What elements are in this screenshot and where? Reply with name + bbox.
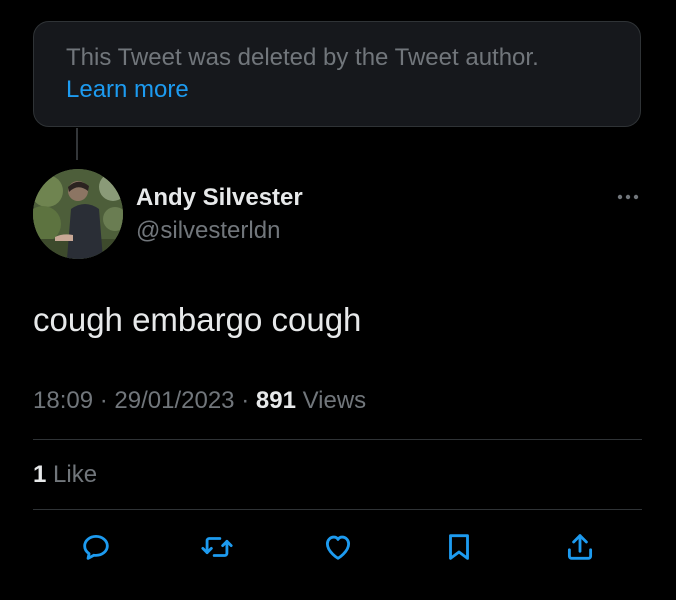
avatar-photo [33,169,123,259]
bookmark-button[interactable] [442,530,476,564]
likes-link[interactable]: 1 Like [33,460,97,490]
more-options-icon[interactable] [614,188,642,206]
divider [33,439,642,440]
tweet-time[interactable]: 18:09 [33,387,93,414]
thread-connector-line [76,128,78,160]
likes-count: 1 [33,461,47,488]
learn-more-link[interactable]: Learn more [66,74,189,106]
reply-icon [83,534,109,560]
tweet-date[interactable]: 29/01/2023 [114,387,234,414]
deleted-tweet-message: This Tweet was deleted by the Tweet auth… [66,44,539,71]
meta-separator: · [241,387,250,414]
tweet-metadata: 18:09 · 29/01/2023 · 891 Views [33,386,366,416]
like-heart-icon [325,535,351,560]
avatar[interactable] [33,169,123,259]
views-label: Views [302,387,367,414]
likes-label: Like [53,461,98,488]
share-button[interactable] [563,530,597,564]
retweet-button[interactable] [200,530,234,564]
share-icon [567,534,593,560]
views-count: 891 [255,387,296,414]
divider [33,509,642,510]
meta-separator: · [99,387,108,414]
deleted-tweet-notice: This Tweet was deleted by the Tweet auth… [33,21,641,127]
like-button[interactable] [321,530,355,564]
author-handle[interactable]: @silvesterldn [136,216,280,246]
reply-button[interactable] [79,530,113,564]
retweet-icon [201,537,233,557]
tweet-text: cough embargo cough [33,301,362,338]
author-name[interactable]: Andy Silvester [136,183,303,213]
bookmark-icon [449,534,469,560]
